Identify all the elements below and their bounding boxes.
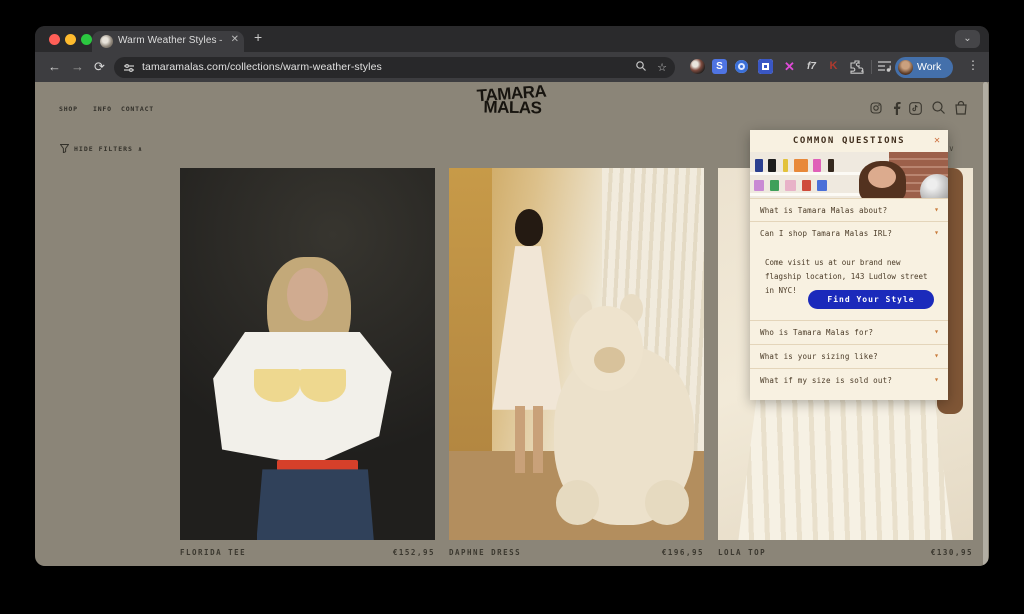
faq-answer: Come visit us at our brand new flagship … <box>750 244 948 320</box>
profile-label: Work <box>917 61 941 73</box>
media-controls-icon[interactable] <box>877 60 893 76</box>
tab-title: Warm Weather Styles – Tama <box>118 35 222 46</box>
find-your-style-button[interactable]: Find Your Style <box>808 290 934 309</box>
faq-question-5[interactable]: What if my size is sold out? ▾ <box>750 368 948 400</box>
product-name: LOLA TOP <box>718 548 766 557</box>
faq-widget: COMMON QUESTIONS ✕ What is Tamara Malas … <box>750 130 948 400</box>
browser-window: Warm Weather Styles – Tama ✕ + ⌄ ← → ⟳ t… <box>35 26 989 566</box>
hide-filters-button[interactable]: HIDE FILTERS ∧ <box>60 144 143 153</box>
nav-item-contact[interactable]: CONTACT <box>121 105 154 113</box>
more-menu-icon[interactable]: ⋮ <box>967 58 979 72</box>
faq-question-2[interactable]: Can I shop Tamara Malas IRL? ▾ <box>750 221 948 244</box>
macos-zoom-button[interactable] <box>81 34 92 45</box>
site-logo[interactable]: TAMARAMALAS <box>476 85 547 118</box>
extensions-puzzle-icon[interactable] <box>850 60 866 76</box>
filter-label: HIDE FILTERS <box>74 145 133 153</box>
macos-minimize-button[interactable] <box>65 34 76 45</box>
product-image-florida-tee[interactable] <box>180 168 435 540</box>
faq-question-4[interactable]: What is your sizing like? ▾ <box>750 344 948 367</box>
product-name: DAPHNE DRESS <box>449 548 521 557</box>
product-name: FLORIDA TEE <box>180 548 246 557</box>
address-bar[interactable]: tamaramalas.com/collections/warm-weather… <box>114 57 675 78</box>
tiktok-icon[interactable] <box>909 102 922 115</box>
product-price: €130,95 <box>931 548 973 557</box>
product-price: €152,95 <box>393 548 435 557</box>
toolbar-divider <box>871 60 872 74</box>
search-lens-icon[interactable] <box>635 60 647 72</box>
browser-tab[interactable]: Warm Weather Styles – Tama ✕ <box>92 31 244 52</box>
close-icon[interactable]: ✕ <box>934 135 940 146</box>
browser-toolbar: ← → ⟳ tamaramalas.com/collections/warm-w… <box>35 52 989 82</box>
tab-search-button[interactable]: ⌄ <box>955 30 980 48</box>
forward-button[interactable]: → <box>71 58 84 75</box>
url-text: tamaramalas.com/collections/warm-weather… <box>142 61 382 73</box>
product-price: €196,95 <box>662 548 704 557</box>
bag-icon[interactable] <box>954 100 968 115</box>
site-info-icon[interactable] <box>123 62 135 74</box>
product-caption[interactable]: LOLA TOP €130,95 <box>718 548 973 557</box>
product-caption[interactable]: FLORIDA TEE €152,95 <box>180 548 435 557</box>
blue-gear-extension-icon[interactable] <box>758 59 774 75</box>
facebook-icon[interactable] <box>892 102 901 115</box>
bookmark-star-icon[interactable]: ☆ <box>657 61 667 74</box>
faq-question-3[interactable]: Who is Tamara Malas for? ▾ <box>750 320 948 343</box>
filter-funnel-icon <box>60 144 69 153</box>
profile-chip[interactable]: Work <box>895 57 953 78</box>
instagram-icon[interactable] <box>870 102 882 114</box>
nav-item-shop[interactable]: SHOP <box>59 105 78 113</box>
blue-dot-extension-icon[interactable] <box>735 60 751 76</box>
caret-down-icon: ▾ <box>934 327 939 336</box>
caret-down-icon: ▾ <box>934 375 939 384</box>
blue-s-extension-icon[interactable]: S <box>712 59 728 75</box>
caret-down-icon: ▾ <box>934 228 939 237</box>
product-caption[interactable]: DAPHNE DRESS €196,95 <box>449 548 704 557</box>
f7-extension-icon[interactable]: f7 <box>804 59 820 75</box>
dark-circle-extension-icon[interactable] <box>690 59 706 75</box>
red-k-extension-icon[interactable]: K <box>826 59 842 75</box>
faq-widget-banner-photo <box>750 152 948 198</box>
caret-down-icon: ▾ <box>934 351 939 360</box>
macos-close-button[interactable] <box>49 34 60 45</box>
sort-caret-icon[interactable]: ∨ <box>949 144 954 153</box>
tab-strip: Warm Weather Styles – Tama ✕ + ⌄ <box>35 26 989 52</box>
close-tab-icon[interactable]: ✕ <box>231 34 239 45</box>
new-tab-button[interactable]: + <box>254 29 262 45</box>
avatar <box>898 60 913 75</box>
reload-button[interactable]: ⟳ <box>94 58 105 75</box>
caret-up-icon: ∧ <box>138 145 143 153</box>
back-button[interactable]: ← <box>48 58 61 75</box>
pink-x-extension-icon[interactable]: ✕ <box>782 59 798 75</box>
faq-question-1[interactable]: What is Tamara Malas about? ▾ <box>750 198 948 221</box>
page-scrollbar[interactable] <box>983 82 988 566</box>
search-icon[interactable] <box>931 100 946 115</box>
nav-item-info[interactable]: INFO <box>93 105 112 113</box>
favicon-icon <box>100 35 113 48</box>
caret-down-icon: ▾ <box>934 205 939 214</box>
product-image-daphne-dress[interactable] <box>449 168 704 540</box>
faq-widget-title: COMMON QUESTIONS <box>750 136 948 146</box>
